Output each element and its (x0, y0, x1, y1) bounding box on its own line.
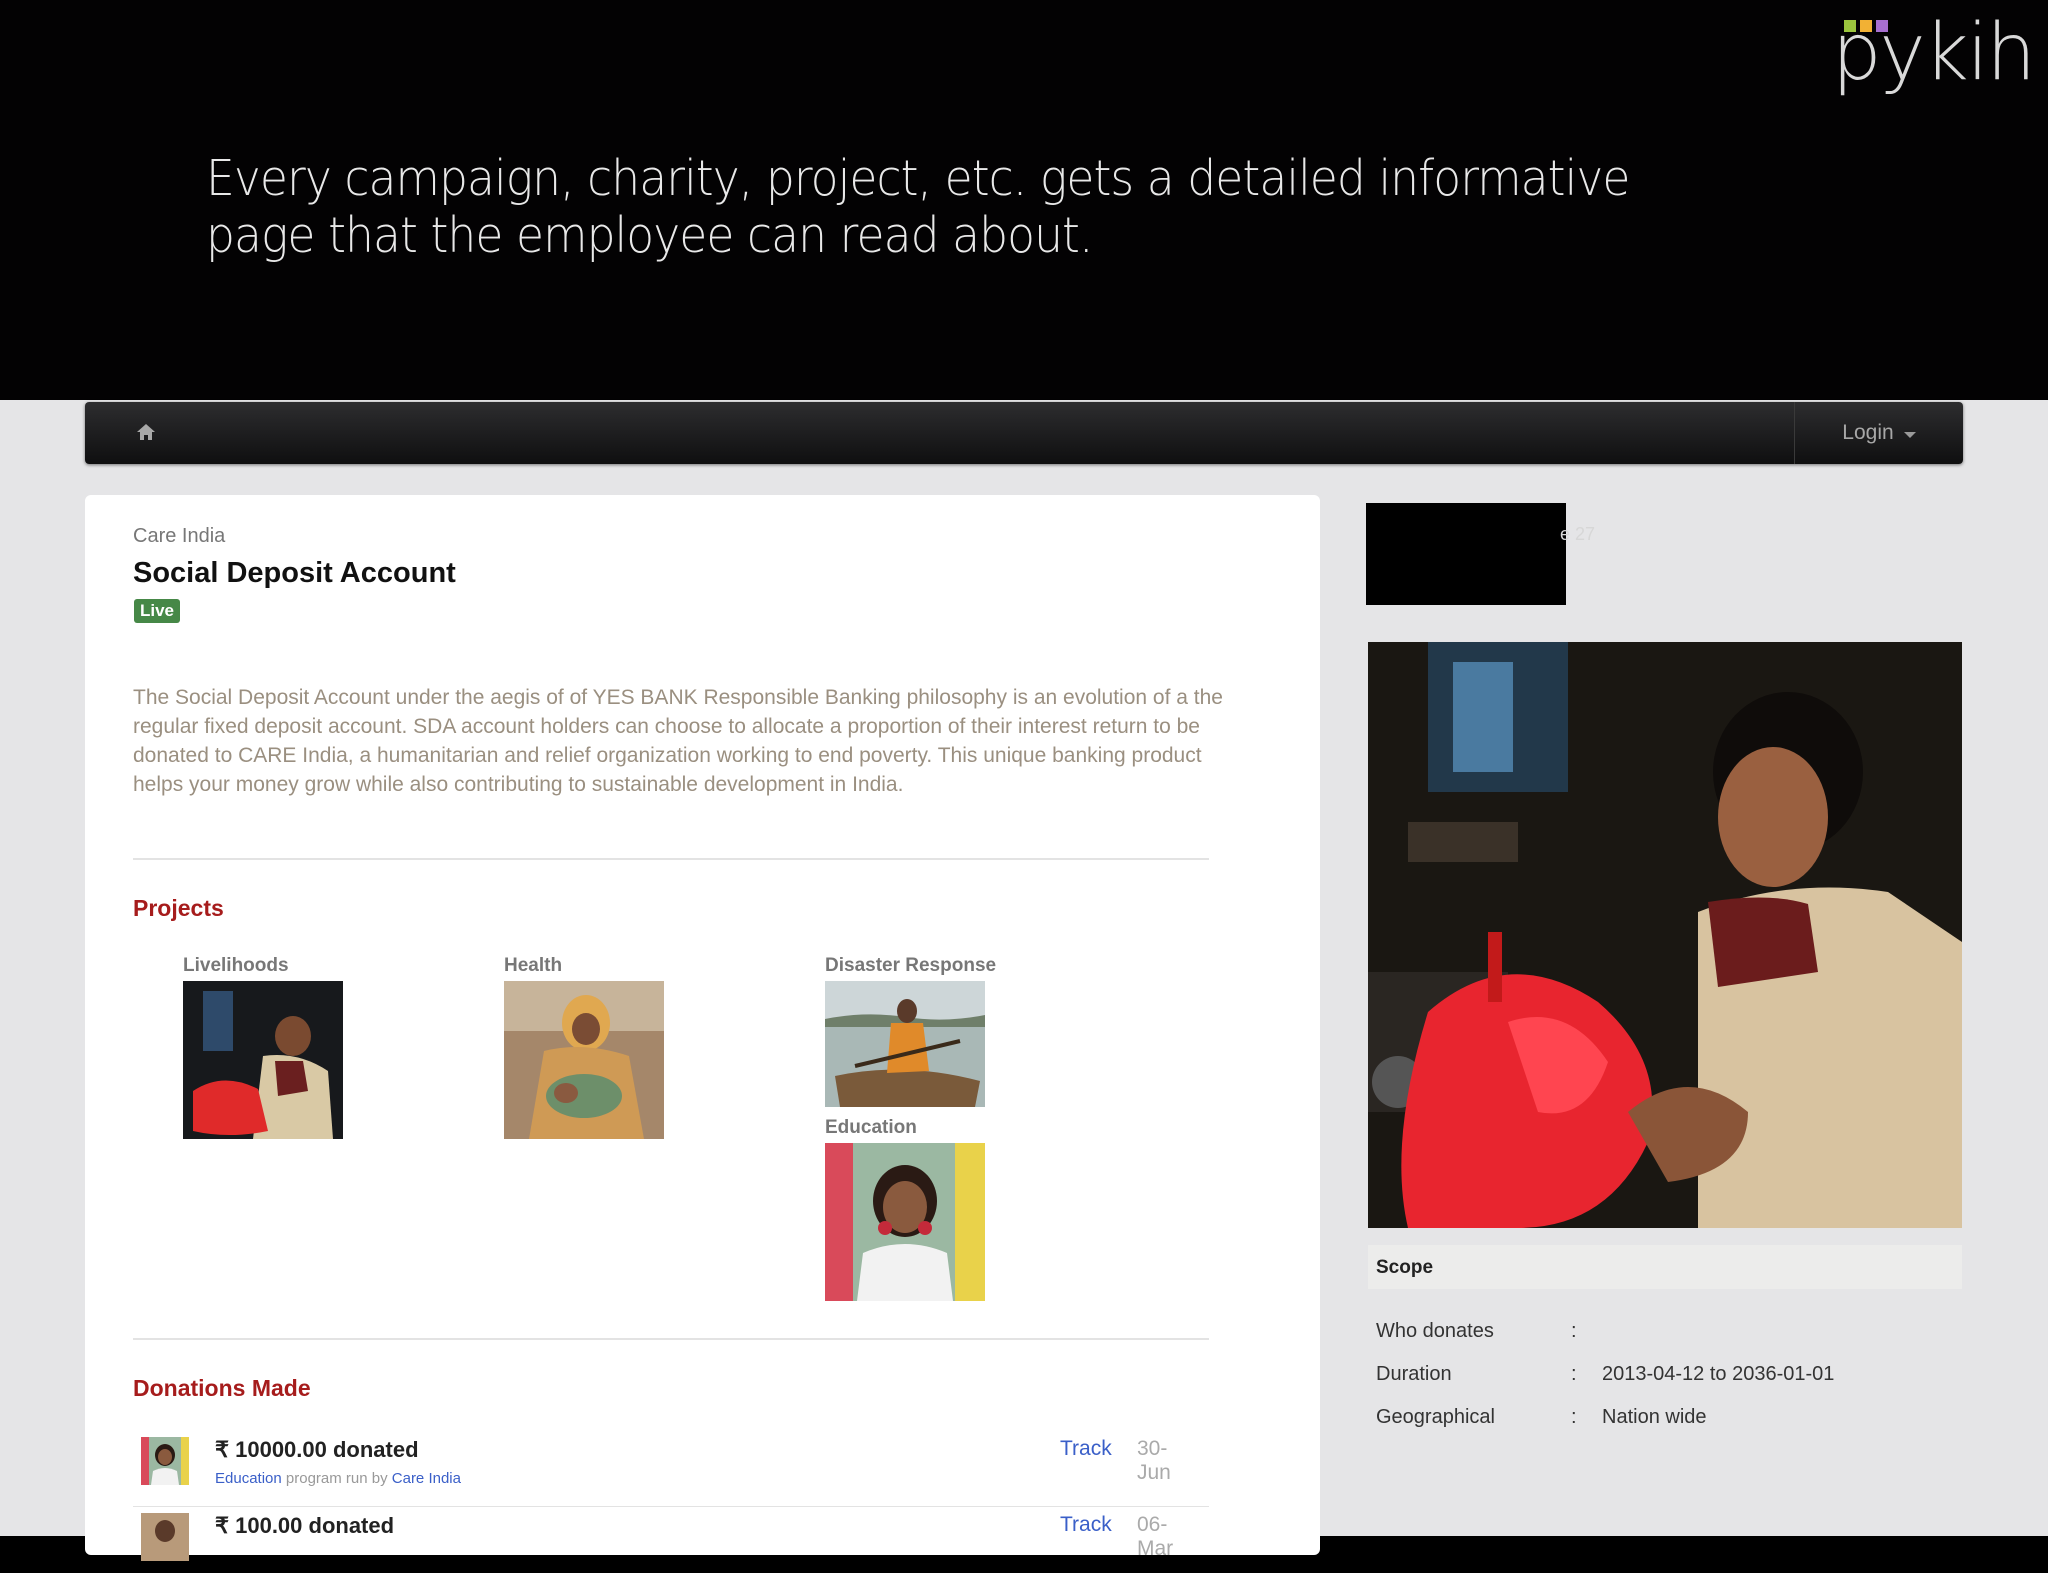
project-thumbnail[interactable] (825, 1143, 985, 1301)
scope-key: Who donates (1376, 1320, 1494, 1342)
donation-details-text: program run by (281, 1470, 392, 1487)
donations-heading: Donations Made (133, 1375, 311, 1401)
donation-date: 06-Mar (1137, 1513, 1174, 1560)
scope-value: Nation wide (1602, 1406, 1707, 1428)
login-dropdown[interactable]: Login (1794, 402, 1963, 464)
donation-amount: ₹ 100.00 donated (215, 1513, 395, 1538)
login-label: Login (1842, 421, 1894, 444)
divider (133, 1338, 1209, 1340)
track-link[interactable]: Track (1060, 1437, 1112, 1461)
organization-link[interactable]: Care India (392, 1470, 461, 1487)
donation-amount: ₹ 10000.00 donated (215, 1437, 419, 1462)
scope-value: 2013-04-12 to 2036-01-01 (1602, 1363, 1835, 1385)
project-label: Education (825, 1117, 917, 1138)
divider (133, 1506, 1209, 1507)
app-page: Login Care India Social Deposit Account … (0, 400, 2048, 1561)
campaign-photo (1368, 642, 1962, 1228)
slide-banner: pykih Every campaign, charity, project, … (0, 0, 2048, 400)
donation-thumbnail (141, 1437, 189, 1485)
campaign-description: The Social Deposit Account under the aeg… (133, 686, 1223, 796)
redacted-box (1366, 503, 1566, 605)
top-navbar: Login (85, 402, 1963, 464)
pykih-logo: pykih (1832, 8, 2036, 98)
page-title: Social Deposit Account (133, 557, 456, 589)
donation-details: Education program run by Care India (215, 1470, 461, 1487)
scope-separator: : (1571, 1363, 1577, 1385)
scope-header: Scope (1368, 1245, 1962, 1289)
organization-name: Care India (133, 525, 226, 547)
home-icon[interactable] (135, 421, 157, 443)
track-link[interactable]: Track (1060, 1513, 1112, 1537)
project-thumbnail[interactable] (504, 981, 664, 1139)
donation-row: ₹ 100.00 donated Track 06-Mar (141, 1513, 1201, 1573)
project-thumbnail[interactable] (183, 981, 343, 1139)
projects-heading: Projects (133, 895, 224, 921)
scope-key: Duration (1376, 1363, 1452, 1385)
scope-separator: : (1571, 1406, 1577, 1428)
project-label: Health (504, 955, 563, 976)
slide-tagline: Every campaign, charity, project, etc. g… (206, 150, 1630, 264)
project-disaster-response[interactable]: Disaster Response (825, 955, 996, 1112)
donation-date: 30-Jun (1137, 1437, 1171, 1484)
campaign-card: Care India Social Deposit Account Live T… (85, 495, 1320, 1561)
scope-separator: : (1571, 1320, 1577, 1342)
donation-row: ₹ 10000.00 donated Education program run… (141, 1437, 1201, 1497)
project-education[interactable]: Education (825, 1117, 985, 1306)
logo-wordmark: pykih (1832, 8, 2036, 98)
project-label: Livelihoods (183, 955, 289, 976)
faded-text: e 27 (1560, 524, 1596, 544)
project-livelihoods[interactable]: Livelihoods (183, 955, 343, 1144)
project-thumbnail[interactable] (825, 981, 985, 1107)
scope-key: Geographical (1376, 1406, 1495, 1428)
status-badge: Live (134, 599, 181, 623)
divider (133, 858, 1209, 860)
program-link[interactable]: Education (215, 1470, 282, 1487)
donation-thumbnail (141, 1513, 189, 1561)
scope-title: Scope (1376, 1257, 1434, 1278)
project-health[interactable]: Health (504, 955, 664, 1144)
project-label: Disaster Response (825, 955, 997, 976)
chevron-down-icon (1903, 431, 1916, 438)
